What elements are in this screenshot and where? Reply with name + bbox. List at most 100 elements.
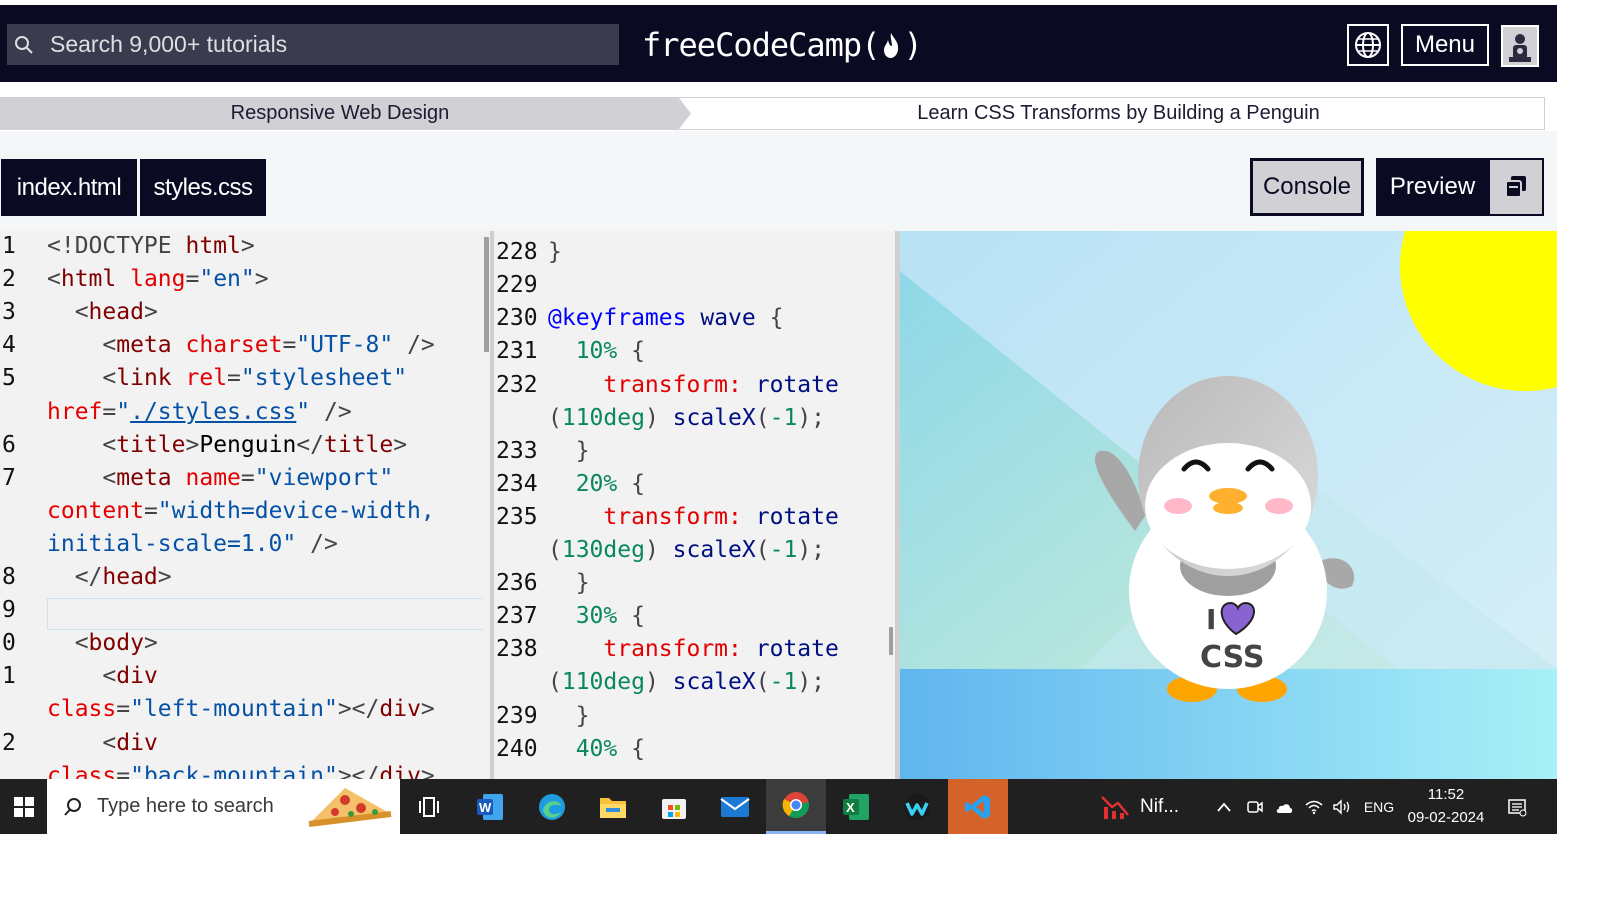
code-line[interactable]: 9	[0, 594, 490, 627]
start-button[interactable]	[0, 779, 47, 834]
code-line[interactable]: class="back-mountain"></div>	[0, 760, 490, 779]
freecodecamp-logo[interactable]: freeCodeCamp( )	[642, 25, 923, 65]
popout-icon[interactable]	[1490, 160, 1542, 214]
css-scrollbar-thumb[interactable]	[889, 627, 893, 655]
code-line[interactable]: initial-scale=1.0" />	[0, 528, 490, 561]
code-line[interactable]: 5 <link rel="stylesheet"	[0, 362, 490, 395]
volume-icon[interactable]	[1330, 779, 1354, 834]
chrome-icon[interactable]	[766, 779, 826, 834]
notifications-icon[interactable]	[1502, 779, 1532, 834]
code-text: }	[548, 567, 590, 600]
menu-button[interactable]: Menu	[1401, 24, 1489, 66]
code-line[interactable]: 236 }	[494, 567, 898, 600]
code-line[interactable]: 237 30% {	[494, 600, 898, 633]
code-token: 130deg	[561, 537, 645, 563]
wifi-icon[interactable]	[1302, 779, 1326, 834]
html-code-editor[interactable]: 1 <!DOCTYPE html> 2 <html lang="en"> 3 <head…	[0, 231, 490, 779]
search-placeholder: Search 9,000+ tutorials	[50, 31, 288, 57]
code-line[interactable]: 2 <div	[0, 727, 490, 760]
code-line[interactable]: 1 <div	[0, 660, 490, 693]
code-token: "width=device-width,	[157, 497, 435, 524]
code-token: meta	[116, 464, 172, 491]
excel-icon[interactable]: X	[826, 779, 886, 834]
code-line[interactable]: (130deg) scaleX(-1);	[494, 534, 898, 567]
code-token: )	[644, 404, 673, 431]
code-text: transform: rotate	[548, 369, 838, 402]
breadcrumb-course-link[interactable]: Responsive Web Design	[1, 98, 679, 129]
vscode-icon[interactable]	[948, 779, 1008, 834]
search-bar[interactable]: Search 9,000+ tutorials	[7, 24, 619, 65]
chevron-up-icon[interactable]	[1214, 779, 1234, 834]
code-text: <html lang="en">	[47, 263, 269, 296]
avatar[interactable]	[1501, 25, 1539, 67]
code-line[interactable]: (110deg) scaleX(-1);	[494, 666, 898, 699]
code-line[interactable]: 235 transform: rotate	[494, 501, 898, 534]
code-token: >	[185, 431, 200, 458]
code-line[interactable]: 230 @keyframes wave {	[494, 302, 898, 335]
code-line[interactable]: href="./styles.css" />	[0, 396, 490, 429]
code-line[interactable]: 239 }	[494, 700, 898, 733]
edge-icon[interactable]	[522, 779, 582, 834]
code-line[interactable]: 229	[494, 269, 898, 302]
code-token: =	[143, 497, 158, 524]
code-line[interactable]: class="left-mountain"></div>	[0, 693, 490, 726]
code-token: />	[310, 398, 352, 425]
code-line[interactable]: (110deg) scaleX(-1);	[494, 402, 898, 435]
code-token: >	[157, 564, 172, 590]
code-line[interactable]: 233 }	[494, 435, 898, 468]
language-indicator[interactable]: ENG	[1360, 779, 1398, 834]
code-line[interactable]: content="width=device-width,	[0, 495, 490, 528]
file-explorer-icon[interactable]	[583, 779, 643, 834]
code-token: Penguin	[199, 431, 297, 458]
code-token: head	[88, 299, 144, 326]
meet-now-icon[interactable]	[1244, 779, 1266, 834]
onedrive-cloud-icon[interactable]	[1272, 779, 1296, 834]
preview-pane: I CSS	[900, 231, 1557, 779]
stock-widget[interactable]: Nif...	[1100, 779, 1200, 834]
code-token: "stylesheet"	[240, 365, 408, 392]
language-button[interactable]	[1347, 24, 1389, 66]
code-token: wave	[700, 305, 756, 332]
code-line[interactable]: 1 <!DOCTYPE html>	[0, 231, 490, 263]
console-button[interactable]: Console	[1250, 158, 1364, 216]
code-text: <link rel="stylesheet"	[47, 362, 407, 395]
code-line[interactable]: 6 <title>Penguin</title>	[0, 429, 490, 462]
code-line[interactable]: 234 20% {	[494, 468, 898, 501]
code-line[interactable]: 228}	[494, 236, 898, 269]
preview-button[interactable]: Preview	[1376, 158, 1544, 216]
code-line[interactable]: 231 10% {	[494, 335, 898, 368]
code-line[interactable]: 8 </head>	[0, 561, 490, 594]
line-number: 232	[496, 371, 538, 398]
code-text: }	[548, 700, 590, 733]
css-code-editor[interactable]: (-45deg); 228} 229 230 @keyframes wave {231 …	[494, 231, 898, 779]
word-icon[interactable]: W	[460, 779, 520, 834]
code-line[interactable]: 0 <body>	[0, 627, 490, 660]
code-line[interactable]: 4 <meta charset="UTF-8" />	[0, 329, 490, 362]
code-line[interactable]: 232 transform: rotate	[494, 369, 898, 402]
mail-icon[interactable]	[705, 779, 765, 834]
store-icon[interactable]	[644, 779, 704, 834]
html-editor-scrollbar[interactable]	[483, 231, 490, 779]
code-token: rel	[185, 365, 228, 392]
taskbar-search-box[interactable]: Type here to search	[47, 779, 400, 834]
webex-icon[interactable]	[887, 779, 947, 834]
code-token: (	[755, 537, 770, 563]
code-token: transform:	[603, 636, 742, 663]
code-line[interactable]: 238 transform: rotate	[494, 633, 898, 666]
tab-styles-css[interactable]: styles.css	[140, 159, 266, 216]
clock[interactable]: 11:52 09-02-2024	[1400, 783, 1492, 829]
stock-widget-label: Nif...	[1140, 795, 1180, 817]
code-line[interactable]: 240 40% {	[494, 733, 898, 766]
code-text: 40% {	[548, 733, 645, 766]
code-line[interactable]: 3 <head>	[0, 296, 490, 329]
code-token: "	[296, 398, 311, 425]
breadcrumb-project-link[interactable]: Learn CSS Transforms by Building a Pengu…	[691, 98, 1546, 129]
scrollbar-thumb[interactable]	[484, 237, 489, 352]
code-line[interactable]: 2 <html lang="en">	[0, 263, 490, 296]
task-view-icon[interactable]	[400, 779, 460, 834]
tab-index-html[interactable]: index.html	[1, 159, 137, 216]
code-line[interactable]: 7 <meta name="viewport"	[0, 462, 490, 495]
